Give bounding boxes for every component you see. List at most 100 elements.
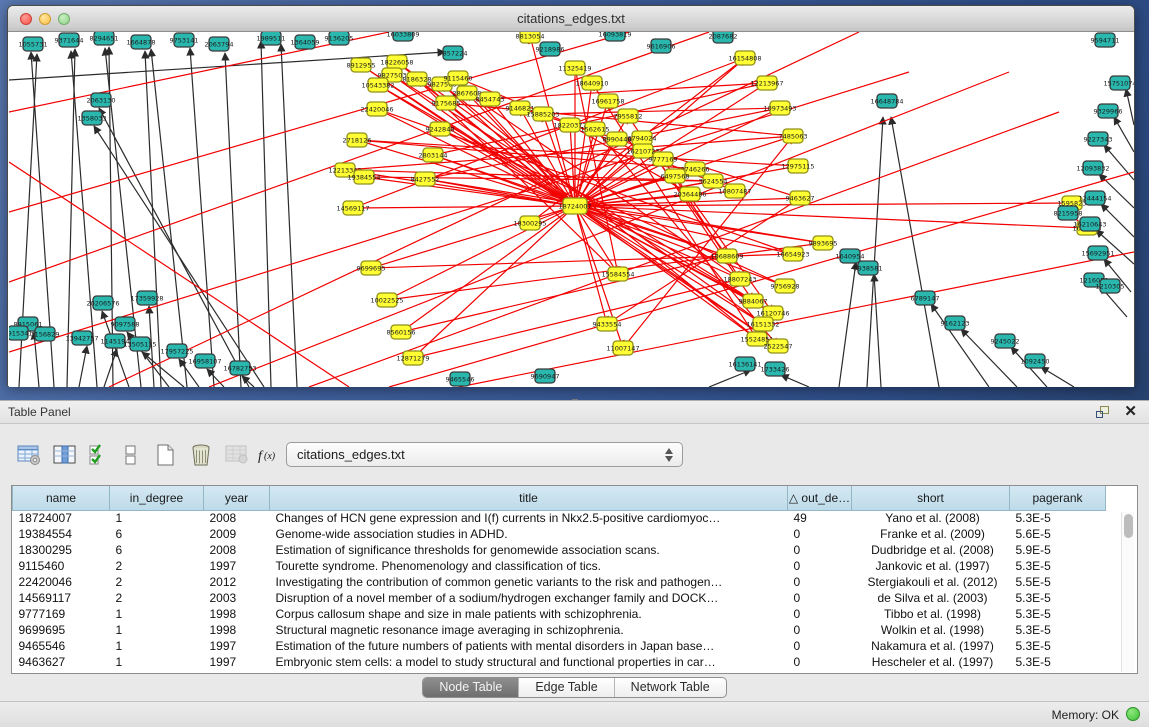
graph-node-selected[interactable]: 2522547 <box>764 339 793 353</box>
edge[interactable] <box>225 53 241 387</box>
graph-node-selected[interactable]: 7955812 <box>614 109 643 123</box>
close-panel-icon[interactable]: ✕ <box>1124 403 1137 421</box>
graph-node-selected[interactable]: 8427552 <box>411 172 440 186</box>
graph-node-selected[interactable]: 9756928 <box>771 279 800 293</box>
cell-out-de-[interactable]: 0 <box>788 638 852 654</box>
cell-pagerank[interactable]: 5.3E-5 <box>1010 622 1106 638</box>
edge[interactable] <box>874 274 881 387</box>
graph-node-selected[interactable]: 11007147 <box>606 341 639 355</box>
cell-out-de-[interactable]: 0 <box>788 574 852 590</box>
table-selector-dropdown[interactable]: citations_edges.txt <box>286 442 683 467</box>
graph-node[interactable]: 9690947 <box>531 369 560 383</box>
graph-node-selected[interactable]: 9463627 <box>786 191 815 205</box>
cell-name[interactable]: 14569117 <box>13 590 110 606</box>
graph-node[interactable]: 1210305 <box>1096 279 1125 293</box>
graph-node[interactable]: 9594711 <box>1091 33 1120 47</box>
cell-title[interactable]: Corpus callosum shape and size in male p… <box>270 606 788 622</box>
graph-node[interactable]: 9371644 <box>55 33 84 47</box>
edge[interactable] <box>190 48 214 387</box>
cell-out-de-[interactable]: 0 <box>788 622 852 638</box>
cell-short[interactable]: Stergiakouli et al. (2012) <box>852 574 1010 590</box>
cell-year[interactable]: 2009 <box>204 526 270 542</box>
graph-node[interactable]: 2063794 <box>205 37 234 51</box>
selected-edge[interactable] <box>490 83 767 99</box>
column-header-short[interactable]: short <box>852 486 1010 510</box>
selected-edge[interactable] <box>575 83 592 206</box>
cell-pagerank[interactable]: 5.6E-5 <box>1010 526 1106 542</box>
edge[interactable] <box>839 262 856 387</box>
edge[interactable] <box>781 375 809 387</box>
table-mode-icon[interactable] <box>14 439 44 471</box>
cell-year[interactable]: 1998 <box>204 606 270 622</box>
cell-in-degree[interactable]: 1 <box>110 622 204 638</box>
graph-node-selected[interactable]: 9242848 <box>426 122 455 136</box>
edge[interactable] <box>1041 367 1074 387</box>
table-row[interactable]: 946554611997Estimation of the future num… <box>13 638 1106 654</box>
delete-column-icon[interactable] <box>186 439 216 471</box>
cell-pagerank[interactable]: 5.3E-5 <box>1010 606 1106 622</box>
selected-edge[interactable] <box>389 172 1134 387</box>
graph-node[interactable]: 16648784 <box>870 94 903 108</box>
cell-out-de-[interactable]: 0 <box>788 654 852 670</box>
cell-pagerank[interactable]: 5.3E-5 <box>1010 654 1106 670</box>
graph-node[interactable]: 1156829 <box>31 327 60 341</box>
cell-year[interactable]: 1998 <box>204 622 270 638</box>
selected-edge[interactable] <box>353 206 575 208</box>
graph-node[interactable]: 16782753 <box>223 361 256 375</box>
graph-node-selected[interactable]: 9777169 <box>649 152 678 166</box>
graph-node[interactable]: 9136205 <box>325 32 354 45</box>
cell-name[interactable]: 9777169 <box>13 606 110 622</box>
cell-name[interactable]: 9465546 <box>13 638 110 654</box>
cell-out-de-[interactable]: 0 <box>788 558 852 574</box>
cell-name[interactable]: 9115460 <box>13 558 110 574</box>
graph-node-selected[interactable]: 6794024 <box>628 131 657 145</box>
cell-name[interactable]: 9699695 <box>13 622 110 638</box>
cell-name[interactable]: 9463627 <box>13 654 110 670</box>
tab-node-table[interactable]: Node Table <box>423 678 519 697</box>
delete-table-icon[interactable] <box>222 439 252 471</box>
column-header-out-de-[interactable]: △ out_de… <box>788 486 852 510</box>
new-column-icon[interactable] <box>150 439 180 471</box>
window-titlebar[interactable]: citations_edges.txt <box>8 6 1134 32</box>
graph-node-selected[interactable]: 11325419 <box>558 61 591 75</box>
graph-node[interactable]: 8215958 <box>1054 206 1083 220</box>
cell-in-degree[interactable]: 6 <box>110 526 204 542</box>
cell-short[interactable]: Tibbo et al. (1998) <box>852 606 1010 622</box>
cell-short[interactable]: de Silva et al. (2003) <box>852 590 1010 606</box>
graph-node[interactable]: 9227343 <box>1084 132 1113 146</box>
network-canvas[interactable]: 1872400789129551822605898275038186328982… <box>9 32 1134 387</box>
graph-node[interactable]: 15692951 <box>1081 246 1114 260</box>
graph-node-selected[interactable]: 16654923 <box>776 247 809 261</box>
selected-edge[interactable] <box>607 198 800 324</box>
cell-short[interactable]: Hescheler et al. (1997) <box>852 654 1010 670</box>
graph-node[interactable]: 17957225 <box>160 344 193 358</box>
graph-node-selected[interactable]: 10022525 <box>370 293 403 307</box>
cell-year[interactable]: 2008 <box>204 510 270 526</box>
graph-node-selected[interactable]: 8912955 <box>347 58 376 72</box>
graph-node[interactable]: 1664878 <box>127 35 156 49</box>
cell-pagerank[interactable]: 5.3E-5 <box>1010 510 1106 526</box>
edge[interactable] <box>867 117 883 387</box>
tab-edge-table[interactable]: Edge Table <box>519 678 614 697</box>
cell-in-degree[interactable]: 1 <box>110 654 204 670</box>
graph-node-selected[interactable]: 2803144 <box>419 148 448 162</box>
edge[interactable] <box>1114 117 1134 152</box>
cell-out-de-[interactable]: 0 <box>788 590 852 606</box>
graph-node[interactable]: 1358033 <box>78 111 107 125</box>
tab-network-table[interactable]: Network Table <box>615 678 726 697</box>
graph-node-selected[interactable]: 12213967 <box>750 76 783 90</box>
graph-node-selected[interactable]: 9433554 <box>593 317 622 331</box>
cell-name[interactable]: 18724007 <box>13 510 110 526</box>
graph-node[interactable]: 1055731 <box>19 37 48 51</box>
cell-year[interactable]: 2003 <box>204 590 270 606</box>
graph-node[interactable]: 9245022 <box>991 334 1020 348</box>
graph-node[interactable]: 15751074 <box>1103 76 1134 90</box>
selected-edge[interactable] <box>543 108 780 114</box>
row-layout-icon[interactable] <box>116 439 146 471</box>
cell-title[interactable]: Genome-wide association studies in ADHD. <box>270 526 788 542</box>
table-row[interactable]: 2242004622012Investigating the contribut… <box>13 574 1106 590</box>
cell-title[interactable]: Investigating the contribution of common… <box>270 574 788 590</box>
graph-node-selected[interactable]: 3624554 <box>699 174 728 188</box>
show-column-icon[interactable] <box>50 439 80 471</box>
cell-name[interactable]: 22420046 <box>13 574 110 590</box>
